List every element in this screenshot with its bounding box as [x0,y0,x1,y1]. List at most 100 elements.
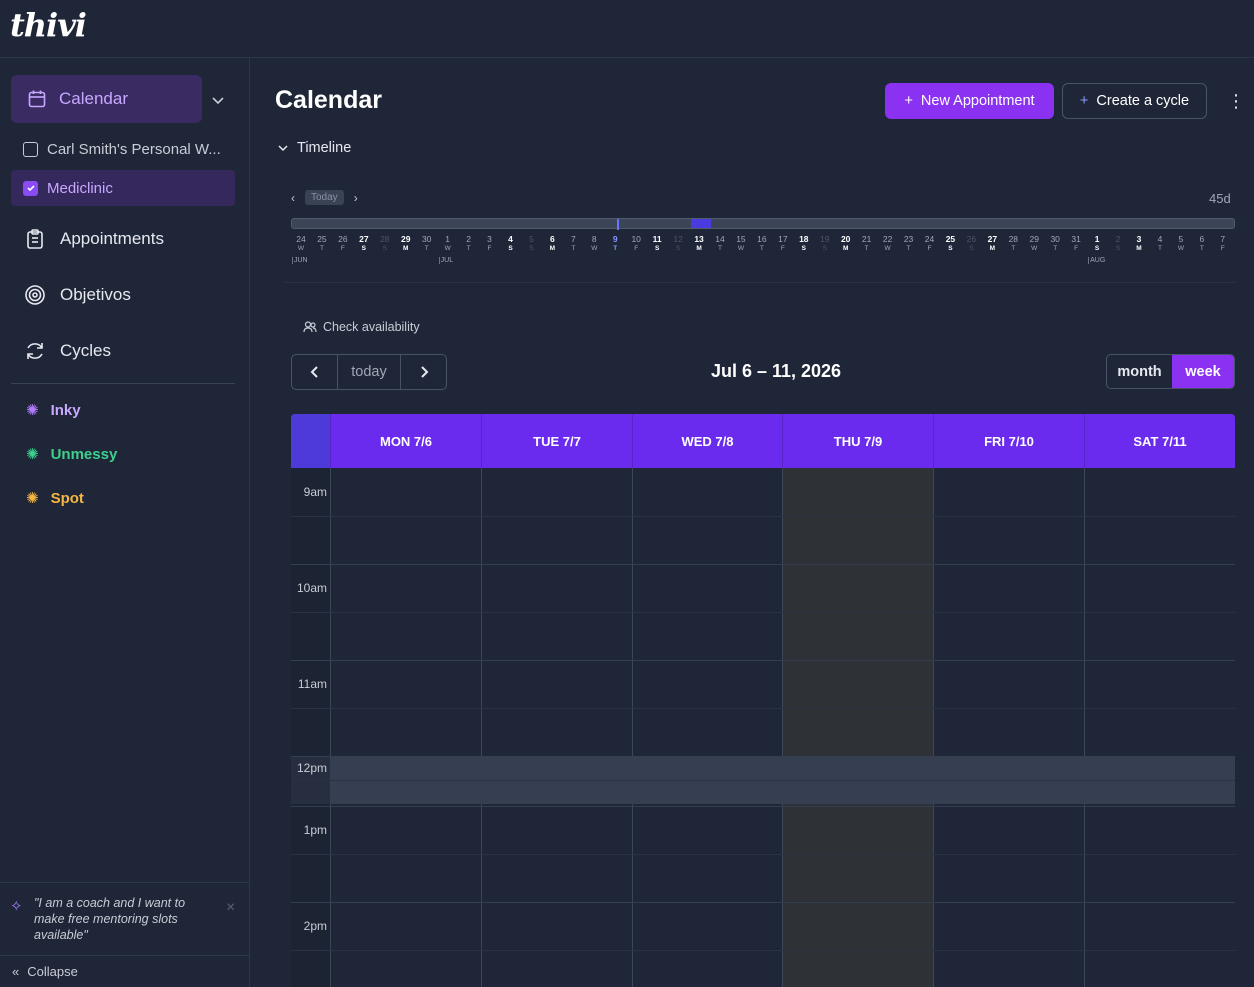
timeline-day[interactable]: 25 T [314,235,330,253]
timeline-day[interactable]: 6T [1194,235,1210,253]
timeline-day[interactable]: 30 T [1047,235,1063,253]
workspace-checkbox-checked[interactable] [23,180,38,196]
timeline-day[interactable]: 11 S [649,235,665,253]
timeline-bar[interactable] [291,218,1235,230]
day-column-tue[interactable] [481,468,632,987]
timeline-day[interactable]: 4T [1152,235,1168,253]
timeline-day[interactable]: 7F [1215,235,1231,253]
chevron-right-icon[interactable]: › [354,191,358,205]
workspace-personal[interactable]: Carl Smith's Personal W... [11,131,235,167]
timeline-today-button[interactable]: Today [305,190,344,205]
timeline-day[interactable]: 28 T [1005,235,1021,253]
timeline-day-weekday: S [361,245,367,252]
timeline-day[interactable]: 13 M [691,235,707,253]
timeline-day[interactable]: 9T [607,235,623,253]
timeline-day[interactable]: 16 T [754,235,770,253]
header-gutter [291,414,330,468]
more-options-icon[interactable]: ⋮ [1227,91,1245,113]
timeline-day[interactable]: 21 T [859,235,875,253]
timeline-day[interactable]: 14 T [712,235,728,253]
sidebar-item-cycles[interactable]: Cycles [24,336,111,366]
timeline-day[interactable]: 10 F [628,235,644,253]
app-logo[interactable]: thivi [10,6,87,44]
workspace-checkbox[interactable] [23,141,38,157]
month-view-button[interactable]: month [1107,355,1172,388]
app-item-inky[interactable]: ✺ Inky [26,398,81,422]
timeline-day[interactable]: 24 W [293,235,309,253]
timeline-day[interactable]: 4S [503,235,519,253]
timeline-day[interactable]: 12 S [670,235,686,253]
day-column-wed[interactable] [632,468,782,987]
timeline-day[interactable]: 26 F [335,235,351,253]
timeline-selection[interactable] [691,219,711,228]
timeline-day[interactable]: 3M [1131,235,1147,253]
chevron-right-icon [420,366,428,378]
timeline-day[interactable]: 7T [565,235,581,253]
timeline-day-weekday: T [718,245,722,252]
timeline-day[interactable]: 2T [461,235,477,253]
app-item-spot[interactable]: ✺ Spot [26,486,84,510]
timeline-day[interactable]: 19 S [817,235,833,253]
sidebar-item-objetivos[interactable]: Objetivos [24,280,131,310]
timeline-day[interactable]: 24 F [922,235,938,253]
timeline-day[interactable]: 29 W [1026,235,1042,253]
chevron-down-icon[interactable] [208,90,228,110]
today-button[interactable]: today [338,355,401,389]
timeline-days: 24 W 25 T 26 F 27 S 28 S 29 M 30 T 1 W 2 T 3 F 4 S 5 S 6 M 7 T 8 W 9 T 1… [291,235,1235,265]
week-view-button[interactable]: week [1171,355,1234,388]
timeline-day[interactable]: 31 F [1068,235,1084,253]
day-header-sat[interactable]: SAT 7/11 [1084,414,1235,468]
check-availability-button[interactable]: Check availability [303,320,420,334]
app-item-unmessy[interactable]: ✺ Unmessy [26,442,117,466]
timeline-day[interactable]: 1S [1089,235,1105,253]
timeline-toggle[interactable]: Timeline [277,140,351,156]
workspace-mediclinic[interactable]: Mediclinic [11,170,235,206]
chevron-left-icon[interactable]: ‹ [291,191,295,205]
timeline-day[interactable]: 1W [440,235,456,253]
timeline-day[interactable]: 28 S [377,235,393,253]
collapse-button[interactable]: « Collapse [0,955,250,987]
day-header-tue[interactable]: TUE 7/7 [481,414,632,468]
suggestion-text[interactable]: "I am a coach and I want to make free me… [34,895,204,943]
day-column-thu-today[interactable] [782,468,933,987]
sparkle-icon: ✧ [10,898,23,915]
timeline-day[interactable]: 23 T [901,235,917,253]
day-column-mon[interactable] [330,468,481,987]
create-cycle-button[interactable]: + Create a cycle [1062,83,1207,119]
timeline-day[interactable]: 2S [1110,235,1126,253]
today-marker [617,219,619,230]
timeline-day[interactable]: 8W [586,235,602,253]
timeline-day[interactable]: 27 M [984,235,1000,253]
timeline-day[interactable]: 3F [482,235,498,253]
day-header-fri[interactable]: FRI 7/10 [933,414,1084,468]
timeline-day-number: 19 [820,234,830,244]
prev-week-button[interactable] [292,355,338,389]
timeline-day-weekday: T [906,245,911,252]
timeline-day[interactable]: 18 S [796,235,812,253]
day-column-sat[interactable] [1084,468,1235,987]
view-toggle: month week [1106,354,1235,389]
timeline-day[interactable]: 6M [544,235,560,253]
calendar-nav-button[interactable]: Calendar [11,75,202,123]
timeline-day[interactable]: 25 S [942,235,958,253]
timeline-day[interactable]: 26 S [963,235,979,253]
timeline-day[interactable]: 30 T [419,235,435,253]
timeline-day[interactable]: 5S [523,235,539,253]
timeline-day[interactable]: 17 F [775,235,791,253]
day-header-thu[interactable]: THU 7/9 [782,414,933,468]
timeline-day[interactable]: 5W [1173,235,1189,253]
timeline-day[interactable]: 29 M [398,235,414,253]
timeline-day[interactable]: 27 S [356,235,372,253]
close-icon[interactable]: × [226,899,235,917]
timeline-day[interactable]: 15 W [733,235,749,253]
timeline-day-weekday: T [1011,245,1016,252]
day-column-fri[interactable] [933,468,1084,987]
timeline-day[interactable]: 22 W [880,235,896,253]
new-appointment-button[interactable]: + New Appointment [885,83,1054,119]
day-header-mon[interactable]: MON 7/6 [330,414,481,468]
sidebar-item-appointments[interactable]: Appointments [24,224,164,254]
day-header-wed[interactable]: WED 7/8 [632,414,782,468]
timeline-day[interactable]: 20 M [838,235,854,253]
next-week-button[interactable] [401,355,446,389]
timeline-day-number: 5 [1178,234,1184,244]
